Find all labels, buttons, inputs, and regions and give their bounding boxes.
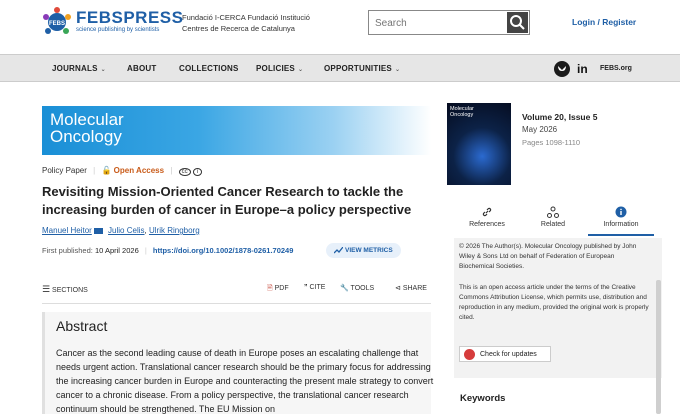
tab-information[interactable]: Information bbox=[588, 203, 654, 236]
tab-references[interactable]: References bbox=[454, 203, 520, 236]
linkedin-icon[interactable]: in bbox=[577, 62, 588, 76]
open-access-label: Open Access bbox=[113, 166, 165, 175]
nav-journals[interactable]: JOURNALS ⌄ bbox=[52, 64, 106, 73]
copyright-notice: © 2026 The Author(s). Molecular Oncology… bbox=[459, 243, 637, 270]
journal-banner-title: Molecular Oncology bbox=[50, 110, 124, 146]
pdf-button[interactable]: 🗎 PDF bbox=[267, 284, 289, 295]
chevron-down-icon: ⌄ bbox=[394, 67, 401, 73]
chevron-down-icon: ⌄ bbox=[297, 67, 304, 73]
journal-banner[interactable]: Molecular Oncology bbox=[42, 106, 431, 155]
abstract-section: Abstract Cancer as the second leading ca… bbox=[42, 312, 434, 414]
pdf-icon: 🗎 bbox=[267, 285, 273, 292]
share-icon: ⊲ bbox=[395, 285, 401, 292]
issue-date: May 2026 bbox=[522, 125, 558, 134]
article-type: Policy Paper bbox=[42, 166, 87, 175]
article-title: Revisiting Mission-Oriented Cancer Resea… bbox=[42, 184, 412, 217]
journal-cover[interactable]: Molecular Oncology bbox=[447, 103, 511, 185]
abstract-text: Cancer as the second leading cause of de… bbox=[56, 348, 434, 414]
publication-info: First published: 10 April 2026 | https:/… bbox=[42, 246, 294, 255]
link-icon bbox=[482, 207, 492, 217]
author-link[interactable]: Julio Celis bbox=[108, 226, 144, 235]
sidebar-tabs: References Related Information bbox=[454, 203, 662, 236]
nav-policies[interactable]: POLICIES ⌄ bbox=[256, 64, 303, 73]
nav-about[interactable]: ABOUT bbox=[127, 64, 156, 73]
wrench-icon: 🔧 bbox=[340, 285, 349, 292]
license-notice: This is an open access article under the… bbox=[459, 284, 649, 321]
author-link[interactable]: Manuel Heitor bbox=[42, 226, 92, 235]
site-header: FEBS FEBSPRESS science publishing by sci… bbox=[0, 0, 680, 54]
open-access-icon: 🔓 bbox=[101, 166, 112, 175]
information-panel: © 2026 The Author(s). Molecular Oncology… bbox=[454, 238, 662, 414]
issue-volume-link[interactable]: Volume 20, Issue 5 bbox=[522, 112, 597, 122]
article-meta: Policy Paper | 🔓 Open Access | cc i bbox=[42, 166, 203, 176]
quote-icon: ” bbox=[304, 284, 308, 291]
cover-title: Molecular Oncology bbox=[450, 106, 474, 118]
cc-license-icon: cc bbox=[178, 168, 191, 176]
nav-opportunities[interactable]: OPPORTUNITIES ⌄ bbox=[324, 64, 400, 73]
info-icon bbox=[615, 206, 627, 218]
share-button[interactable]: ⊲ SHARE bbox=[395, 284, 427, 292]
nav-collections[interactable]: COLLECTIONS bbox=[179, 64, 239, 73]
network-icon bbox=[547, 206, 559, 218]
abstract-heading: Abstract bbox=[56, 318, 108, 334]
svg-text:FEBS: FEBS bbox=[49, 21, 65, 27]
search-button[interactable] bbox=[507, 12, 528, 33]
sidebar-scrollbar[interactable] bbox=[656, 280, 661, 414]
febs-org-link[interactable]: FEBS.org bbox=[600, 65, 632, 72]
keywords-heading: Keywords bbox=[460, 393, 506, 404]
search-input[interactable] bbox=[375, 16, 500, 30]
author-list: Manuel Heitor Julio Celis, Ulrik Ringbor… bbox=[42, 226, 200, 235]
main-nav: JOURNALS ⌄ ABOUT COLLECTIONS POLICIES ⌄ OP… bbox=[0, 54, 680, 82]
email-icon[interactable] bbox=[93, 227, 103, 234]
attribution-icon: i bbox=[192, 168, 203, 176]
search-box bbox=[368, 10, 530, 35]
trend-icon bbox=[334, 247, 343, 254]
tools-button[interactable]: 🔧 TOOLS bbox=[340, 284, 374, 292]
view-metrics-button[interactable]: VIEW METRICS bbox=[326, 243, 401, 258]
list-icon: ☰ bbox=[42, 284, 51, 294]
bluesky-icon[interactable] bbox=[554, 61, 570, 77]
cite-button[interactable]: ” CITE bbox=[304, 284, 325, 291]
check-for-updates-button[interactable]: Check for updates bbox=[459, 346, 551, 362]
author-link[interactable]: Ulrik Ringborg bbox=[149, 226, 200, 235]
brand-name[interactable]: FEBSPRESS bbox=[76, 8, 183, 28]
sections-button[interactable]: ☰ SECTIONS bbox=[42, 284, 88, 295]
login-register-link[interactable]: Login / Register bbox=[572, 17, 636, 27]
chevron-down-icon: ⌄ bbox=[100, 67, 106, 73]
brand-tagline: science publishing by scientists bbox=[76, 27, 160, 33]
first-published-date: 10 April 2026 bbox=[94, 246, 139, 255]
crossmark-icon bbox=[464, 349, 475, 360]
divider bbox=[42, 303, 431, 304]
institution-name: Fundació I-CERCA Fundació Institució Cen… bbox=[182, 13, 310, 33]
issue-pages: Pages 1098-1110 bbox=[522, 138, 581, 147]
search-icon bbox=[510, 15, 525, 30]
doi-link[interactable]: https://doi.org/10.1002/1878-0261.70249 bbox=[153, 246, 294, 255]
article-toolbar: ☰ SECTIONS 🗎 PDF ” CITE 🔧 TOOLS ⊲ SHARE bbox=[42, 282, 431, 298]
tab-related[interactable]: Related bbox=[520, 203, 586, 236]
keywords-section: Keywords bbox=[454, 378, 662, 414]
febs-logo-icon[interactable]: FEBS bbox=[42, 7, 72, 37]
